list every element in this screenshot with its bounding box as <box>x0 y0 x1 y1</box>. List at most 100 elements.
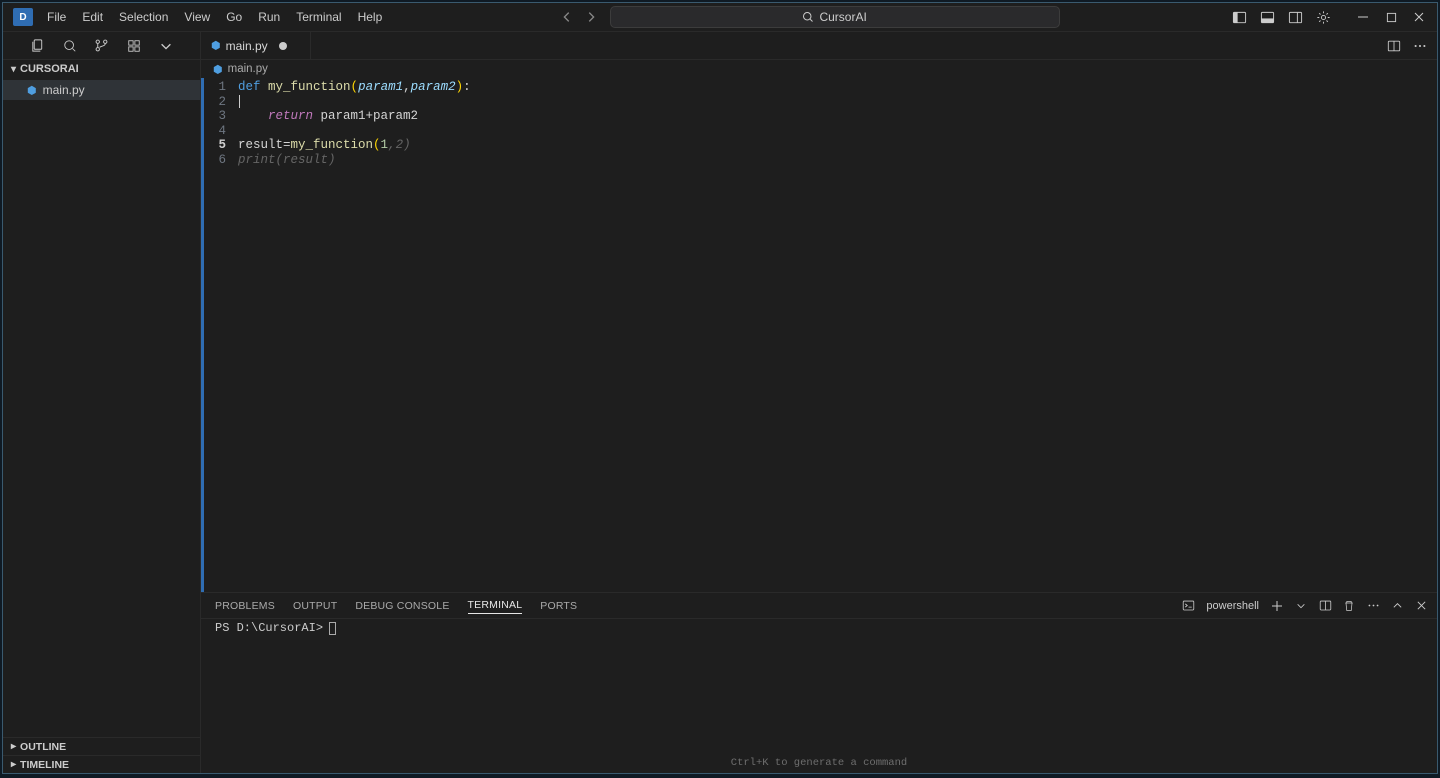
gear-icon <box>1316 10 1331 25</box>
search-button[interactable] <box>62 38 78 54</box>
python-file-icon: ⬢ <box>213 63 223 76</box>
panel-tab-problems[interactable]: PROBLEMS <box>215 598 275 614</box>
menu-selection[interactable]: Selection <box>111 3 176 32</box>
arrow-right-icon <box>584 10 598 24</box>
sidebar-section-timeline[interactable]: ▸ TIMELINE <box>3 755 200 773</box>
toggle-primary-sidebar-button[interactable] <box>1227 5 1251 29</box>
settings-button[interactable] <box>1311 5 1335 29</box>
terminal-shell-name: powershell <box>1202 600 1263 612</box>
line-number: 2 <box>204 95 226 110</box>
terminal-icon <box>1182 599 1195 612</box>
editor-more-button[interactable] <box>1409 35 1431 57</box>
terminal-profile-button[interactable] <box>1178 596 1198 616</box>
split-editor-button[interactable] <box>1383 35 1405 57</box>
toggle-panel-button[interactable] <box>1255 5 1279 29</box>
menu-help[interactable]: Help <box>350 3 391 32</box>
code-token: param2 <box>411 80 456 94</box>
source-control-button[interactable] <box>94 38 110 54</box>
menu-run[interactable]: Run <box>250 3 288 32</box>
terminal-prompt: PS D:\CursorAI> <box>215 621 323 635</box>
search-icon <box>63 39 77 53</box>
menu-go[interactable]: Go <box>218 3 250 32</box>
maximize-panel-button[interactable] <box>1387 596 1407 616</box>
kill-terminal-button[interactable] <box>1339 596 1359 616</box>
close-icon <box>1413 11 1425 23</box>
chevron-down-icon <box>1296 601 1306 611</box>
sidebar-section-label: TIMELINE <box>20 759 69 771</box>
close-icon <box>1416 600 1427 611</box>
python-file-icon: ⬢ <box>27 84 37 97</box>
menu-edit[interactable]: Edit <box>74 3 111 32</box>
chevron-down-icon <box>159 39 173 53</box>
search-icon <box>802 11 814 23</box>
split-horizontal-icon <box>1319 599 1332 612</box>
branch-icon <box>94 38 109 53</box>
tab-main-py[interactable]: ⬢ main.py <box>201 32 311 59</box>
maximize-icon <box>1386 12 1397 23</box>
command-center-search[interactable]: CursorAI <box>610 6 1060 28</box>
breadcrumb[interactable]: ⬢ main.py <box>201 60 1437 78</box>
nav-back-button[interactable] <box>558 8 576 26</box>
title-bar: D File Edit Selection View Go Run Termin… <box>3 3 1437 32</box>
arrow-left-icon <box>560 10 574 24</box>
trash-icon <box>1343 600 1355 612</box>
code-token: ) <box>456 80 464 94</box>
code-token: my_function <box>291 138 374 152</box>
more-views-button[interactable] <box>158 38 174 54</box>
code-token: result= <box>238 138 291 152</box>
menu-terminal[interactable]: Terminal <box>288 3 349 32</box>
window-close-button[interactable] <box>1407 5 1431 29</box>
editor-pane: ⬢ main.py ⬢ main.py <box>201 32 1437 773</box>
tab-dirty-indicator <box>279 42 287 50</box>
split-horizontal-icon <box>1387 39 1401 53</box>
nav-forward-button[interactable] <box>582 8 600 26</box>
code-token: ( <box>373 138 381 152</box>
bottom-panel: PROBLEMS OUTPUT DEBUG CONSOLE TERMINAL P… <box>201 592 1437 773</box>
sidebar-section-outline[interactable]: ▸ OUTLINE <box>3 737 200 755</box>
window-maximize-button[interactable] <box>1379 5 1403 29</box>
menu-view[interactable]: View <box>176 3 218 32</box>
code-token: param1+param2 <box>321 109 419 123</box>
code-content[interactable]: def my_function(param1,param2): return p… <box>232 78 1437 592</box>
line-number: 4 <box>204 124 226 139</box>
ellipsis-icon <box>1413 39 1427 53</box>
file-item-main-py[interactable]: ⬢ main.py <box>3 80 200 100</box>
editor-body[interactable]: 1 2 3 4 5 6 def my_function(param1,param… <box>201 78 1437 592</box>
tab-bar: ⬢ main.py <box>201 32 1437 60</box>
split-terminal-button[interactable] <box>1315 596 1335 616</box>
explorer-button[interactable] <box>30 38 46 54</box>
window-minimize-button[interactable] <box>1351 5 1375 29</box>
terminal-dropdown-button[interactable] <box>1291 596 1311 616</box>
panel-tab-ports[interactable]: PORTS <box>540 598 577 614</box>
line-number: 1 <box>204 80 226 95</box>
extensions-button[interactable] <box>126 38 142 54</box>
layout-sidebar-left-icon <box>1232 10 1247 25</box>
code-token: my_function <box>268 80 351 94</box>
chevron-right-icon: ▸ <box>11 741 16 752</box>
explorer-folder-header[interactable]: ▾ CURSORAI <box>3 60 200 78</box>
line-number: 5 <box>204 138 226 153</box>
minimize-icon <box>1357 11 1369 23</box>
panel-tab-output[interactable]: OUTPUT <box>293 598 337 614</box>
terminal-prompt-line: PS D:\CursorAI> <box>215 621 1429 635</box>
panel-more-button[interactable] <box>1363 596 1383 616</box>
main-area: ▾ CURSORAI ⬢ main.py ▸ OUTLINE ▸ TIMELIN… <box>3 32 1437 773</box>
toggle-secondary-sidebar-button[interactable] <box>1283 5 1307 29</box>
terminal-cursor <box>329 622 336 635</box>
panel-tab-terminal[interactable]: TERMINAL <box>468 597 523 614</box>
new-terminal-button[interactable] <box>1267 596 1287 616</box>
line-number: 6 <box>204 153 226 168</box>
line-number: 3 <box>204 109 226 124</box>
extensions-icon <box>127 39 141 53</box>
line-number-gutter: 1 2 3 4 5 6 <box>204 78 232 592</box>
app-logo: D <box>13 8 33 26</box>
file-list: ⬢ main.py <box>3 78 200 100</box>
panel-tab-debug-console[interactable]: DEBUG CONSOLE <box>355 598 449 614</box>
plus-icon <box>1271 600 1283 612</box>
menu-file[interactable]: File <box>39 3 74 32</box>
terminal-body[interactable]: PS D:\CursorAI> Ctrl+K to generate a com… <box>201 619 1437 773</box>
menu-bar: File Edit Selection View Go Run Terminal… <box>39 3 390 32</box>
sidebar-toolbar <box>3 32 200 60</box>
close-panel-button[interactable] <box>1411 596 1431 616</box>
text-cursor <box>239 95 240 108</box>
